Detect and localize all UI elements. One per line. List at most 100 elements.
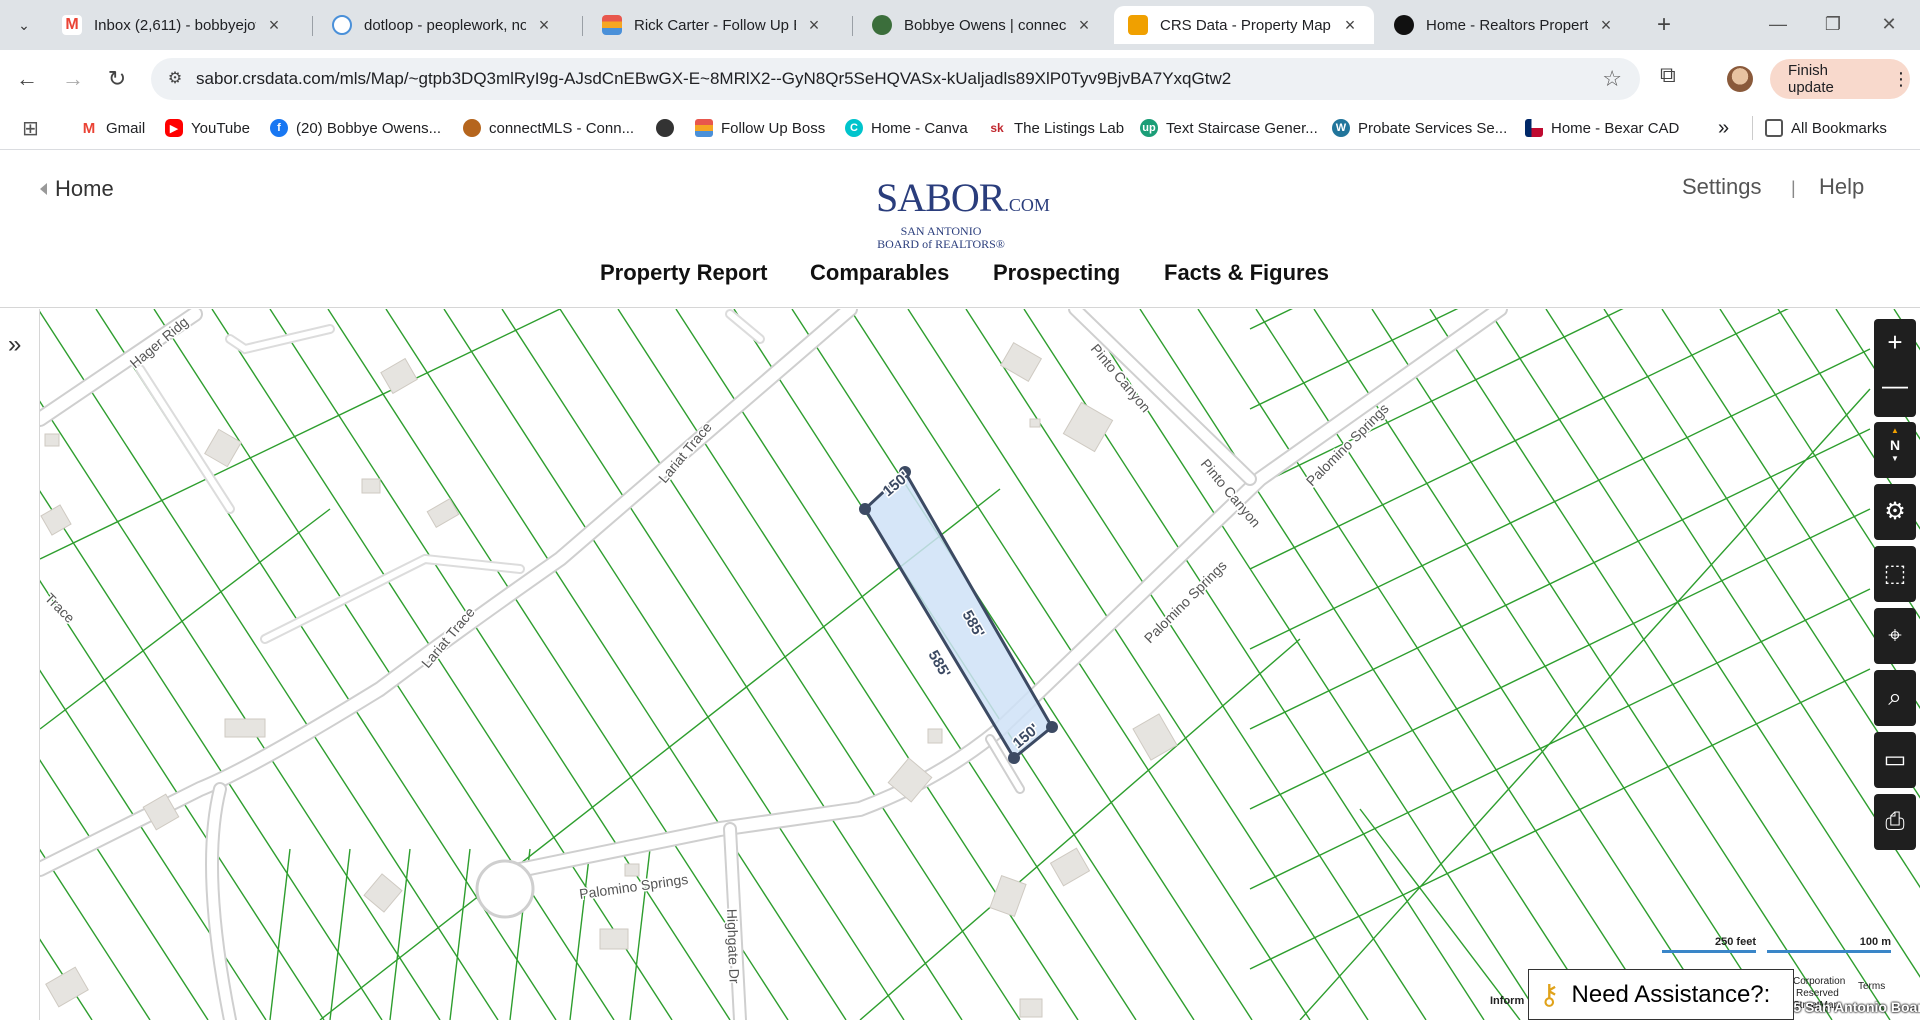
bookmark-canva[interactable]: C Home - Canva xyxy=(845,116,968,140)
settings-link[interactable]: Settings xyxy=(1682,174,1762,200)
back-icon[interactable]: ← xyxy=(10,62,44,96)
browser-tab-crsdata[interactable]: CRS Data - Property Map fo × xyxy=(1114,6,1374,44)
attribution-terms[interactable]: Terms xyxy=(1858,981,1885,992)
new-tab-icon[interactable]: + xyxy=(1650,10,1678,40)
map-settings-button[interactable]: ⚙ xyxy=(1874,484,1916,540)
street-label-lariat-trace: Lariat Trace xyxy=(418,604,478,671)
parcel-vertex-handle[interactable] xyxy=(1008,752,1020,764)
reload-icon[interactable]: ↻ xyxy=(100,62,134,96)
bookmark-bexarcad[interactable]: Home - Bexar CAD xyxy=(1525,116,1679,140)
forward-icon[interactable]: → xyxy=(56,62,90,96)
scale-bar-feet: 250 feet xyxy=(1662,936,1756,953)
bookmark-staircase[interactable]: up Text Staircase Gener... xyxy=(1140,116,1318,140)
nav-comparables[interactable]: Comparables xyxy=(810,260,949,286)
compass-control[interactable]: ▲ N ▼ xyxy=(1874,422,1916,478)
rotate-up-icon[interactable]: ▲ xyxy=(1874,422,1916,436)
avatar[interactable] xyxy=(1727,66,1753,92)
connectmls-icon xyxy=(463,119,481,137)
browser-tab-connectmls[interactable]: Bobbye Owens | connectM × xyxy=(858,6,1108,44)
zoom-out-icon[interactable]: — xyxy=(1874,365,1916,413)
measure-button[interactable]: ▭ xyxy=(1874,732,1916,788)
restore-icon[interactable]: ❐ xyxy=(1810,8,1856,40)
browser-tab-realtors[interactable]: Home - Realtors Property R × xyxy=(1380,6,1630,44)
window-close-icon[interactable]: ✕ xyxy=(1866,8,1912,40)
tab-title: Home - Realtors Property R xyxy=(1426,16,1588,34)
bookmark-globe[interactable] xyxy=(656,116,682,140)
chevron-right-icon: » xyxy=(8,331,22,358)
bookmark-connectmls[interactable]: connectMLS - Conn... xyxy=(463,116,634,140)
rotate-down-icon[interactable]: ▼ xyxy=(1874,454,1916,464)
sidebar-toggle[interactable]: » xyxy=(0,309,40,1020)
parcel-boundary xyxy=(1081,309,1543,1020)
apps-grid-icon[interactable]: ⊞ xyxy=(22,116,39,140)
tab-title: Inbox (2,611) - bobbyejowens xyxy=(94,16,256,34)
url-text[interactable]: sabor.crsdata.com/mls/Map/~gtpb3DQ3mlRyI… xyxy=(196,69,1231,89)
property-map[interactable]: 150' 585' 585' 150' Hager Ridg Lariat Tr… xyxy=(0,309,1920,1020)
map-search-button[interactable]: ⌕ xyxy=(1874,670,1916,726)
attribution-info[interactable]: Inform xyxy=(1490,995,1524,1007)
finish-update-button[interactable]: Finish update ⋮ xyxy=(1770,59,1910,99)
close-icon[interactable]: × xyxy=(1340,15,1360,36)
bookmark-facebook[interactable]: f (20) Bobbye Owens... xyxy=(270,116,441,140)
bookmark-youtube[interactable]: ▶ YouTube xyxy=(165,116,250,140)
bookmark-star-icon[interactable]: ☆ xyxy=(1602,66,1622,92)
scale-meters-label: 100 m xyxy=(1859,936,1891,948)
parcel-boundary xyxy=(39,508,331,730)
browser-tab-followupboss[interactable]: Rick Carter - Follow Up Bo × xyxy=(588,6,838,44)
finish-update-label: Finish update xyxy=(1788,62,1834,96)
close-icon[interactable]: × xyxy=(804,15,824,36)
parcel-vertex-handle[interactable] xyxy=(859,503,871,515)
bookmark-gmail[interactable]: M Gmail xyxy=(80,116,145,140)
close-icon[interactable]: × xyxy=(1596,15,1616,36)
bookmark-label: Home - Canva xyxy=(871,119,968,137)
key-icon: ⚷ xyxy=(1539,979,1560,1010)
street-label-highgate-dr: Highgate Dr xyxy=(724,909,743,985)
map-canvas[interactable]: 150' 585' 585' 150' Hager Ridg Lariat Tr… xyxy=(0,309,1920,1020)
sabor-logo[interactable]: SABOR.COM SAN ANTONIO BOARD of REALTORS® xyxy=(876,178,1050,251)
parcel-boundary xyxy=(1255,309,1717,1020)
extensions-icon[interactable]: ⧉ xyxy=(1660,62,1676,88)
parcel-boundary xyxy=(1429,309,1891,1020)
help-link[interactable]: Help xyxy=(1819,174,1864,200)
locate-button[interactable]: ⌖ xyxy=(1874,608,1916,664)
header-separator: | xyxy=(1791,178,1796,198)
home-link[interactable]: Home xyxy=(40,176,114,202)
compass-north: N xyxy=(1889,437,1901,453)
select-area-icon: ⬚ xyxy=(1883,560,1907,587)
nav-prospecting[interactable]: Prospecting xyxy=(993,260,1120,286)
browser-tab-dotloop[interactable]: dotloop - peoplework, not × xyxy=(318,6,568,44)
bookmark-followupboss[interactable]: Follow Up Boss xyxy=(695,116,825,140)
bookmark-wordpress[interactable]: W Probate Services Se... xyxy=(1332,116,1507,140)
more-bookmarks-icon[interactable]: » xyxy=(1718,116,1729,140)
tab-search-icon[interactable]: ⌄ xyxy=(8,10,40,40)
tab-title: Rick Carter - Follow Up Bo xyxy=(634,16,796,34)
facebook-icon: f xyxy=(270,119,288,137)
parcel-boundary xyxy=(1299,388,1871,1020)
browser-tab-gmail[interactable]: M Inbox (2,611) - bobbyejowens × xyxy=(48,6,298,44)
crosshair-icon: ⌖ xyxy=(1888,622,1902,649)
address-bar[interactable]: ⚙ sabor.crsdata.com/mls/Map/~gtpb3DQ3mlR… xyxy=(151,58,1640,100)
bookmark-label: All Bookmarks xyxy=(1791,119,1887,137)
need-assistance-button[interactable]: ⚷ Need Assistance?: xyxy=(1528,969,1794,1020)
close-icon[interactable]: × xyxy=(534,15,554,36)
site-info-icon[interactable]: ⚙ xyxy=(163,67,187,91)
parcel-boundary xyxy=(449,848,471,1020)
close-icon[interactable]: × xyxy=(264,15,284,36)
bookmark-listingslab[interactable]: sk The Listings Lab xyxy=(988,116,1124,140)
parcel-vertex-handle[interactable] xyxy=(1046,721,1058,733)
printer-icon: ⎙ xyxy=(1885,808,1905,835)
parcel-boundary xyxy=(1249,588,1871,890)
print-button[interactable]: ⎙ xyxy=(1874,794,1916,850)
tab-title: Bobbye Owens | connectM xyxy=(904,16,1066,34)
canva-icon: C xyxy=(845,119,863,137)
zoom-in-icon[interactable]: + xyxy=(1874,319,1916,365)
nav-property-report[interactable]: Property Report xyxy=(600,260,767,286)
draw-area-button[interactable]: ⬚ xyxy=(1874,546,1916,602)
close-icon[interactable]: × xyxy=(1074,15,1094,36)
minimize-icon[interactable]: — xyxy=(1755,8,1801,40)
bookmark-label: Text Staircase Gener... xyxy=(1166,119,1318,137)
all-bookmarks[interactable]: All Bookmarks xyxy=(1752,116,1887,140)
connectmls-icon xyxy=(872,15,892,35)
nav-facts-figures[interactable]: Facts & Figures xyxy=(1164,260,1329,286)
bookmarks-bar: ⊞ M Gmail ▶ YouTube f (20) Bobbye Owens.… xyxy=(0,106,1920,150)
